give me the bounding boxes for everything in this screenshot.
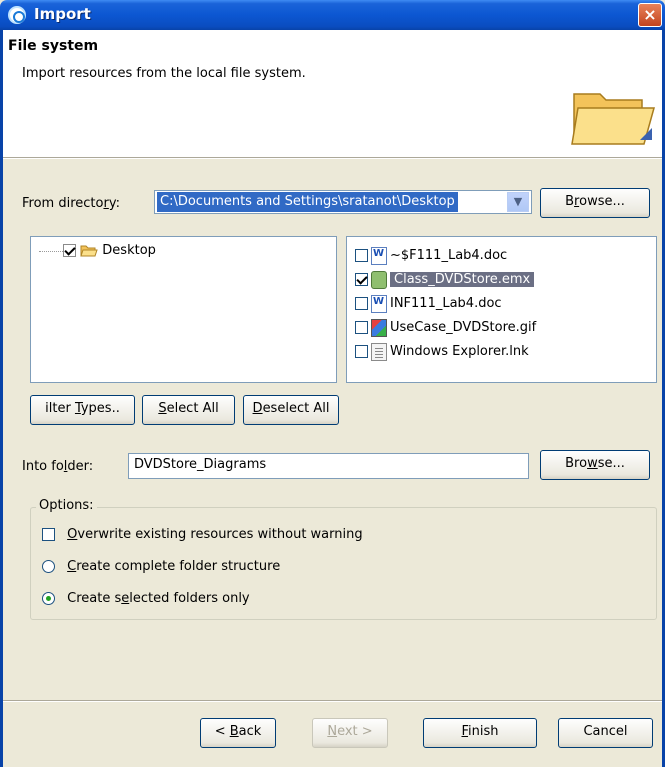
back-button[interactable]: < Back xyxy=(200,718,276,748)
from-directory-label: From directory: xyxy=(22,196,120,211)
eclipse-app-icon xyxy=(8,6,26,24)
window-title: Import xyxy=(34,5,91,23)
gif-image-icon xyxy=(371,318,387,337)
next-button[interactable]: Next > xyxy=(312,718,388,748)
window-frame-left xyxy=(0,157,3,767)
select-all-button[interactable]: Select All xyxy=(142,395,235,425)
page-description: Import resources from the local file sys… xyxy=(22,66,306,81)
overwrite-checkbox[interactable] xyxy=(42,528,55,541)
list-item[interactable]: Class_DVDStore.emx xyxy=(355,269,535,291)
file-name: UseCase_DVDStore.gif xyxy=(390,320,537,335)
word-doc-icon xyxy=(371,246,387,265)
list-item[interactable]: ~$F111_Lab4.doc xyxy=(355,245,507,267)
emx-icon xyxy=(371,270,387,289)
list-item[interactable]: INF111_Lab4.doc xyxy=(355,293,502,315)
file-name: INF111_Lab4.doc xyxy=(390,296,502,311)
complete-folder-label: Create complete folder structure xyxy=(67,559,281,574)
finish-button[interactable]: Finish xyxy=(423,718,537,748)
tree-item-desktop[interactable]: Desktop xyxy=(63,240,156,262)
filter-types-button[interactable]: ilter Types.. xyxy=(30,395,135,425)
shortcut-icon xyxy=(371,342,387,361)
chevron-down-icon[interactable]: ▼ xyxy=(507,192,529,212)
word-doc-icon xyxy=(371,294,387,313)
wizard-header xyxy=(0,30,665,157)
file-checkbox[interactable] xyxy=(355,321,368,334)
file-name: ~$F111_Lab4.doc xyxy=(390,248,508,263)
deselect-all-button[interactable]: Deselect All xyxy=(243,395,339,425)
complete-folder-radio[interactable] xyxy=(42,560,55,573)
complete-folder-option[interactable]: Create complete folder structure xyxy=(42,559,280,574)
close-icon: × xyxy=(643,5,657,24)
from-directory-value[interactable]: C:\Documents and Settings\sratanot\Deskt… xyxy=(157,192,458,212)
selected-folders-option[interactable]: Create selected folders only xyxy=(42,591,250,606)
title-bar[interactable] xyxy=(0,0,665,30)
file-name: Windows Explorer.lnk xyxy=(390,344,529,359)
header-divider xyxy=(0,157,665,159)
browse-directory-button[interactable]: Browse... xyxy=(540,188,650,218)
file-checkbox[interactable] xyxy=(355,273,368,286)
options-legend: Options: xyxy=(36,498,97,513)
into-folder-field[interactable]: DVDStore_Diagrams xyxy=(128,453,529,479)
file-checkbox[interactable] xyxy=(355,297,368,310)
file-checkbox[interactable] xyxy=(355,345,368,358)
from-directory-combo[interactable]: C:\Documents and Settings\sratanot\Deskt… xyxy=(154,190,532,214)
folder-tree[interactable]: Desktop xyxy=(30,236,337,383)
close-button[interactable]: × xyxy=(638,3,662,27)
overwrite-option[interactable]: Overwrite existing resources without war… xyxy=(42,527,363,542)
cancel-button[interactable]: Cancel xyxy=(558,718,653,748)
file-list[interactable]: ~$F111_Lab4.doc Class_DVDStore.emx INF11… xyxy=(346,236,657,383)
footer-divider xyxy=(3,700,662,702)
selected-folders-radio[interactable] xyxy=(42,592,55,605)
list-item[interactable]: Windows Explorer.lnk xyxy=(355,341,529,363)
browse-folder-button[interactable]: Browse... xyxy=(540,450,650,480)
desktop-checkbox[interactable] xyxy=(63,244,76,257)
tree-connector xyxy=(39,251,63,252)
folder-icon xyxy=(80,245,98,256)
open-folder-icon xyxy=(571,93,655,145)
into-folder-label: Into folder: xyxy=(22,459,94,474)
overwrite-label: Overwrite existing resources without war… xyxy=(67,527,363,542)
selected-folders-label: Create selected folders only xyxy=(67,591,250,606)
file-name: Class_DVDStore.emx xyxy=(390,272,535,287)
tree-item-label: Desktop xyxy=(102,243,156,258)
page-title: File system xyxy=(8,38,99,54)
list-item[interactable]: UseCase_DVDStore.gif xyxy=(355,317,536,339)
file-checkbox[interactable] xyxy=(355,249,368,262)
